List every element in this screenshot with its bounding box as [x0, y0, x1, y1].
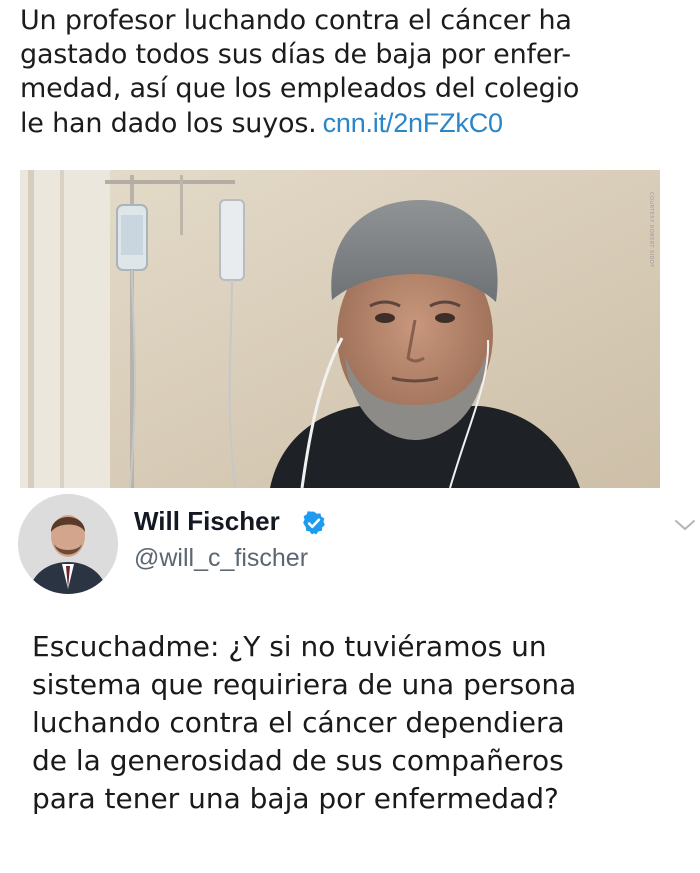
- tweet-text-line: de la generosidad de sus compañeros: [32, 744, 564, 777]
- headline-line: medad, así que los empleados del colegio: [20, 73, 580, 104]
- headline-line: Un profesor luchando contra el cáncer ha: [20, 5, 572, 36]
- article-headline: Un profesor luchando contra el cáncer ha…: [20, 4, 660, 141]
- user-handle[interactable]: @will_c_fischer: [134, 544, 308, 573]
- headline-line-last: le han dado los suyos. cnn.it/2nFZkC0: [20, 106, 660, 141]
- hospital-photo-illustration: [20, 170, 660, 488]
- headline-line: gastado todos sus días de baja por enfer…: [20, 39, 571, 70]
- display-name[interactable]: Will Fischer: [134, 506, 280, 537]
- headline-text: le han dado los suyos.: [20, 108, 317, 139]
- photo-credit-watermark: COURTESY ROBERT SIDDY: [648, 192, 654, 268]
- verified-badge-icon: [303, 511, 325, 535]
- avatar-image: [18, 494, 118, 594]
- article-link[interactable]: cnn.it/2nFZkC0: [323, 108, 503, 138]
- tweet-author-header: Will Fischer @will_c_fischer: [18, 490, 698, 600]
- avatar[interactable]: [18, 494, 118, 594]
- tweet-text-line: Escuchadme: ¿Y si no tuviéramos un: [32, 630, 547, 663]
- tweet-text-line: luchando contra el cáncer dependiera: [32, 706, 565, 739]
- news-photo: COURTESY ROBERT SIDDY: [20, 170, 660, 488]
- tweet-text-line: para tener una baja por enfermedad?: [32, 782, 559, 815]
- tweet-text-line: sistema que requiriera de una persona: [32, 668, 577, 701]
- chevron-down-icon[interactable]: [674, 518, 696, 532]
- tweet-text: Escuchadme: ¿Y si no tuviéramos un siste…: [32, 628, 682, 818]
